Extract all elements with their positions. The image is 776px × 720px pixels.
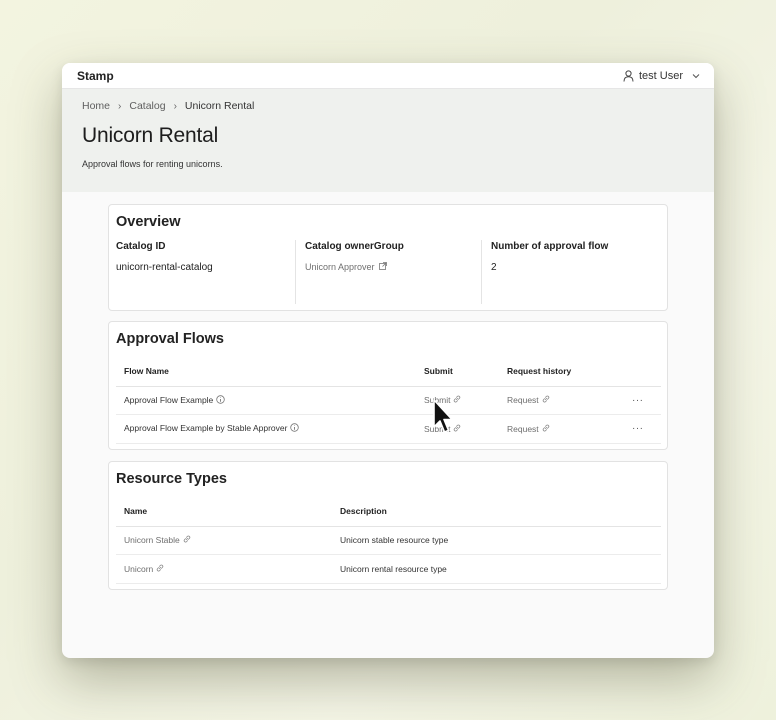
approval-flows-card: Approval Flows Flow Name Submit Request … — [108, 321, 668, 450]
user-icon — [623, 69, 634, 82]
approval-flow-count-label: Number of approval flow — [491, 241, 609, 252]
submit-cell: Submit — [416, 414, 499, 444]
link-icon — [453, 424, 461, 434]
user-name: test User — [638, 69, 683, 82]
owner-group-field: Catalog ownerGroup Unicorn Approver — [295, 240, 481, 304]
resource-type-link[interactable]: Unicorn — [124, 564, 164, 574]
request-history-cell: Request — [499, 386, 624, 415]
resource-types-table: Name Description Unicorn Stable Unicorn … — [116, 497, 661, 584]
info-icon[interactable] — [215, 395, 225, 406]
request-label: Request — [507, 395, 539, 406]
submit-label: Submit — [424, 423, 451, 434]
table-header-row: Name Description — [116, 497, 661, 527]
flow-name-cell: Approval Flow Example by Stable Approver — [116, 414, 416, 444]
column-description: Description — [332, 497, 661, 527]
top-bar: Stamp test User — [62, 63, 714, 89]
resource-name-cell: Unicorn Stable — [116, 526, 332, 555]
link-icon — [183, 535, 191, 545]
overview-card: Overview Catalog ID unicorn-rental-catal… — [108, 204, 668, 311]
column-actions — [624, 357, 661, 387]
table-row: Approval Flow Example by Stable Approver… — [116, 414, 661, 444]
chevron-right-icon: › — [118, 100, 122, 112]
app-window: Stamp test User Home › Catalog › Unicorn… — [62, 63, 714, 658]
submit-cell: Submit — [416, 386, 499, 415]
request-link[interactable]: Request — [507, 424, 550, 434]
external-link-icon — [378, 262, 387, 272]
table-row: Unicorn Unicorn rental resource type — [116, 554, 661, 584]
request-link[interactable]: Request — [507, 395, 550, 405]
flow-name-cell: Approval Flow Example — [116, 386, 416, 415]
resource-types-card: Resource Types Name Description Unicorn … — [108, 461, 668, 590]
chevron-down-icon — [692, 73, 700, 79]
resource-type-name: Unicorn Stable — [124, 535, 180, 546]
page-title: Unicorn Rental — [82, 124, 219, 147]
overview-heading: Overview — [116, 214, 181, 230]
resource-type-link[interactable]: Unicorn Stable — [124, 535, 191, 545]
info-icon[interactable] — [290, 423, 299, 434]
breadcrumb-current: Unicorn Rental — [184, 100, 255, 112]
page-description: Approval flows for renting unicorns. — [82, 159, 223, 169]
chevron-right-icon: › — [173, 100, 177, 112]
link-icon — [453, 395, 461, 405]
brand-logo[interactable]: Stamp — [77, 69, 114, 83]
approval-flow-count-value: 2 — [491, 262, 497, 273]
submit-label: Submit — [424, 395, 451, 406]
resource-description: Unicorn stable resource type — [332, 526, 661, 555]
overview-columns: Catalog ID unicorn-rental-catalog Catalo… — [109, 240, 667, 304]
approval-flow-count-field: Number of approval flow 2 — [481, 240, 667, 304]
resource-description: Unicorn rental resource type — [332, 554, 661, 584]
column-submit: Submit — [416, 357, 499, 387]
resource-name-cell: Unicorn — [116, 554, 332, 584]
owner-group-link[interactable]: Unicorn Approver — [305, 262, 474, 272]
column-name: Name — [116, 497, 332, 527]
actions-cell: ··· — [624, 414, 661, 444]
catalog-id-value: unicorn-rental-catalog — [116, 262, 213, 273]
column-request-history: Request history — [499, 357, 624, 387]
column-flow-name: Flow Name — [116, 357, 416, 387]
flow-name: Approval Flow Example by Stable Approver — [124, 423, 288, 434]
breadcrumb-catalog[interactable]: Catalog — [129, 100, 165, 112]
table-row: Unicorn Stable Unicorn stable resource t… — [116, 526, 661, 555]
request-history-cell: Request — [499, 414, 624, 444]
link-icon — [542, 424, 550, 434]
link-icon — [156, 564, 164, 574]
resource-type-name: Unicorn — [124, 563, 154, 574]
user-menu[interactable]: test User — [623, 70, 700, 82]
table-header-row: Flow Name Submit Request history — [116, 357, 661, 387]
owner-group-label: Catalog ownerGroup — [305, 241, 404, 252]
submit-link[interactable]: Submit — [424, 424, 461, 434]
owner-group-value: Unicorn Approver — [305, 262, 375, 272]
more-icon[interactable]: ··· — [632, 423, 644, 434]
catalog-id-field: Catalog ID unicorn-rental-catalog — [109, 240, 295, 304]
submit-link[interactable]: Submit — [424, 395, 461, 405]
actions-cell: ··· — [624, 386, 661, 415]
catalog-id-label: Catalog ID — [116, 241, 166, 252]
approval-flows-heading: Approval Flows — [116, 331, 224, 347]
more-icon[interactable]: ··· — [632, 395, 644, 406]
breadcrumb-home[interactable]: Home — [82, 100, 110, 112]
breadcrumb: Home › Catalog › Unicorn Rental — [82, 100, 694, 112]
request-label: Request — [507, 423, 539, 434]
table-row: Approval Flow Example Submit Request ··· — [116, 386, 661, 415]
resource-types-heading: Resource Types — [116, 471, 227, 487]
approval-flows-table: Flow Name Submit Request history Approva… — [116, 357, 661, 444]
flow-name: Approval Flow Example — [124, 394, 214, 405]
page-header: Home › Catalog › Unicorn Rental Unicorn … — [62, 89, 714, 192]
link-icon — [542, 395, 550, 405]
